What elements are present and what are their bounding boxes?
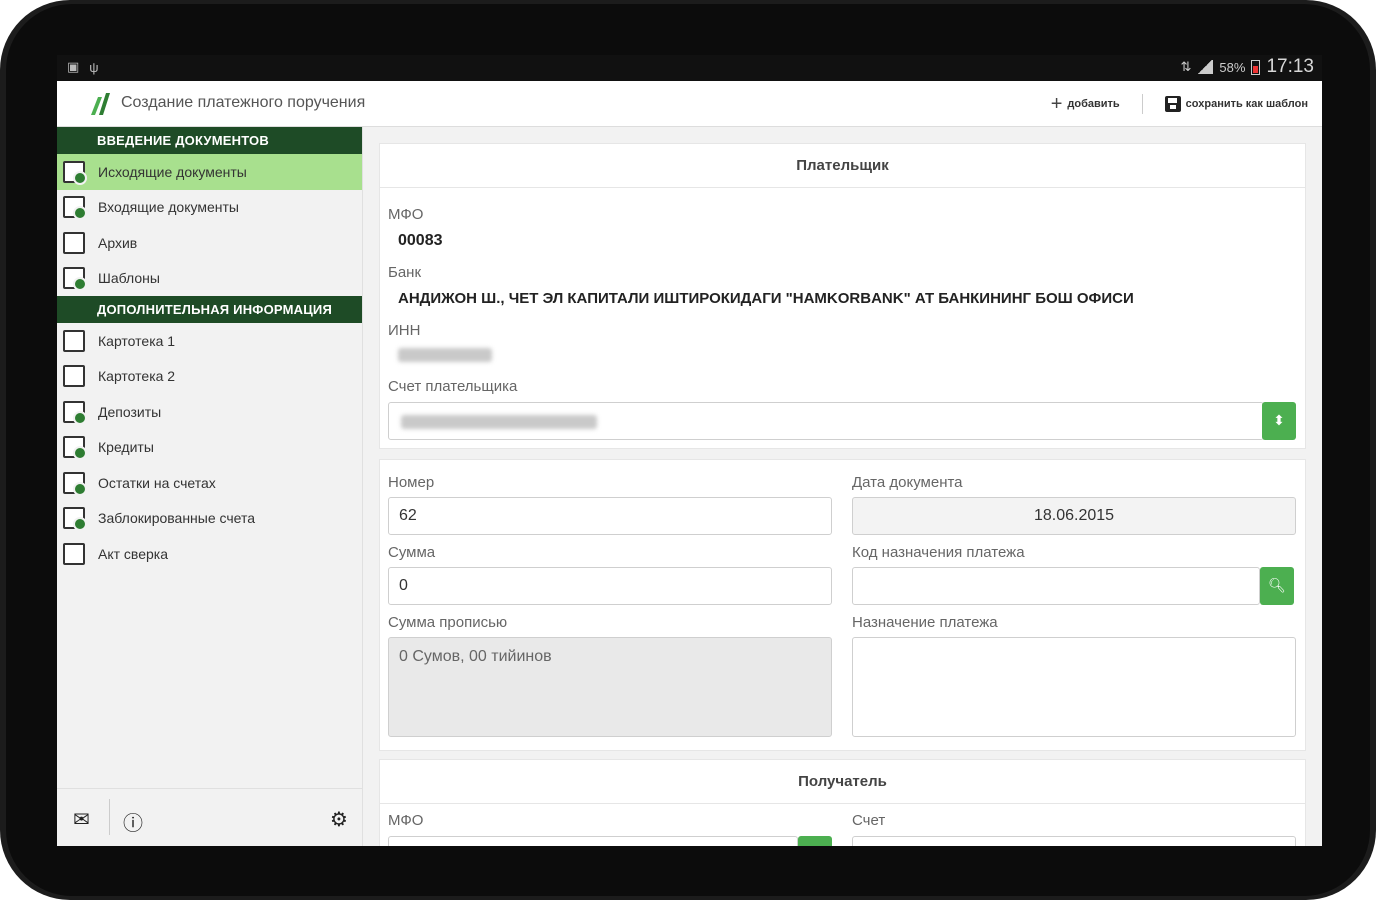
sidebar-item-balances[interactable]: Остатки на счетах — [57, 465, 362, 501]
payer-account-redacted — [401, 415, 597, 429]
sidebar-footer: ✉ ⓘ ⚙ — [57, 788, 362, 846]
info-icon[interactable]: ⓘ — [123, 807, 143, 836]
usb-icon: ψ — [89, 59, 99, 75]
sidebar-item-reconciliation[interactable]: Акт сверка — [57, 536, 362, 572]
archive-icon — [63, 231, 85, 254]
data-icon: ⇅ — [1180, 59, 1192, 74]
purpose-code-search-button[interactable]: 🔍︎ — [1260, 567, 1294, 605]
recipient-mfo-input[interactable] — [388, 836, 798, 846]
plus-icon: + — [1050, 93, 1063, 115]
gear-icon[interactable]: ⚙ — [330, 807, 348, 832]
screen: ▣ ψ ⇅ 58% 17:13 Создание платежного пору… — [57, 55, 1322, 846]
sidebar-item-card-file-1[interactable]: Картотека 1 — [57, 323, 362, 359]
credits-icon — [63, 436, 87, 461]
sum-label: Сумма — [388, 544, 436, 561]
sidebar-item-label: Шаблоны — [98, 270, 160, 287]
recipient-title: Получатель — [380, 760, 1305, 804]
number-input[interactable]: 62 — [388, 497, 832, 535]
sidebar-item-label: Картотека 1 — [98, 332, 176, 349]
sidebar-item-credits[interactable]: Кредиты — [57, 430, 362, 466]
sidebar-item-label: Исходящие документы — [98, 163, 247, 180]
sidebar-item-label: Депозиты — [98, 403, 162, 420]
sum-input[interactable]: 0 — [388, 567, 832, 605]
purpose-label: Назначение платежа — [852, 614, 998, 631]
number-label: Номер — [388, 474, 435, 491]
sidebar-item-card-file-2[interactable]: Картотека 2 — [57, 359, 362, 395]
payer-bank-label: Банк — [388, 264, 422, 281]
sidebar-section-additional: ДОПОЛНИТЕЛЬНАЯ ИНФОРМАЦИЯ — [57, 296, 362, 323]
blocked-accounts-icon — [63, 507, 87, 532]
sidebar-item-label: Акт сверка — [98, 545, 168, 562]
deposits-icon — [63, 400, 87, 425]
sidebar-item-label: Кредиты — [98, 439, 154, 456]
divider — [1141, 94, 1143, 114]
sidebar-item-incoming[interactable]: Входящие документы — [57, 190, 362, 226]
mail-icon[interactable]: ✉ — [73, 807, 90, 832]
sidebar-item-outgoing[interactable]: Исходящие документы — [57, 154, 362, 190]
purpose-code-label: Код назначения платежа — [852, 544, 1025, 561]
sidebar-item-label: Остатки на счетах — [98, 474, 216, 491]
payer-bank-value: АНДИЖОН Ш., ЧЕТ ЭЛ КАПИТАЛИ ИШТИРОКИДАГИ… — [398, 290, 1134, 307]
save-icon — [1164, 96, 1181, 112]
sidebar-item-deposits[interactable]: Депозиты — [57, 394, 362, 430]
payer-inn-redacted — [398, 348, 492, 362]
sum-words-field: 0 Сумов, 00 тийинов — [388, 637, 832, 737]
battery-icon — [1251, 59, 1261, 75]
battery-percent: 58% — [1219, 59, 1246, 75]
outgoing-docs-icon — [63, 160, 87, 185]
clock: 17:13 — [1266, 56, 1314, 77]
balances-icon — [63, 471, 87, 496]
purpose-textarea[interactable] — [852, 637, 1296, 737]
sum-words-label: Сумма прописью — [388, 614, 508, 631]
divider — [109, 799, 110, 835]
app-bar: Создание платежного поручения + добавить… — [57, 81, 1322, 127]
save-template-button[interactable]: сохранить как шаблон — [1164, 96, 1308, 112]
add-button[interactable]: + добавить — [1050, 93, 1120, 115]
payer-mfo-value: 00083 — [398, 232, 443, 249]
card-file-icon — [63, 329, 85, 352]
main-content: Плательщик МФО 00083 Банк АНДИЖОН Ш., ЧЕ… — [363, 127, 1322, 846]
purpose-code-input[interactable] — [852, 567, 1260, 605]
incoming-docs-icon — [63, 196, 87, 221]
save-template-label: сохранить как шаблон — [1185, 98, 1308, 110]
payer-account-label: Счет плательщика — [388, 378, 518, 395]
signal-icon — [1197, 60, 1214, 74]
up-down-icon: ⬍ — [1273, 412, 1285, 428]
sidebar-item-templates[interactable]: Шаблоны — [57, 261, 362, 297]
recipient-account-label: Счет — [852, 812, 886, 829]
app-logo-icon — [91, 93, 110, 115]
sidebar-item-label: Входящие документы — [98, 199, 239, 216]
date-input[interactable]: 18.06.2015 — [852, 497, 1296, 535]
status-bar: ▣ ψ ⇅ 58% 17:13 — [57, 55, 1322, 81]
sidebar: ВВЕДЕНИЕ ДОКУМЕНТОВ Исходящие документы … — [57, 127, 363, 846]
page-title: Создание платежного поручения — [121, 94, 366, 111]
date-label: Дата документа — [852, 474, 963, 491]
recipient-card: Получатель МФО Счет — [379, 759, 1306, 846]
payer-account-dropdown-button[interactable]: ⬍ — [1262, 402, 1296, 440]
recipient-mfo-label: МФО — [388, 812, 424, 829]
sidebar-section-documents: ВВЕДЕНИЕ ДОКУМЕНТОВ — [57, 127, 362, 154]
sidebar-item-label: Архив — [98, 234, 138, 251]
scales-icon — [63, 542, 85, 565]
search-icon: 🔍︎ — [1268, 577, 1286, 593]
recipient-mfo-button[interactable] — [798, 836, 832, 846]
payer-inn-label: ИНН — [388, 322, 421, 339]
payer-card: Плательщик МФО 00083 Банк АНДИЖОН Ш., ЧЕ… — [379, 143, 1306, 449]
sidebar-item-blocked-accounts[interactable]: Заблокированные счета — [57, 501, 362, 537]
payer-mfo-label: МФО — [388, 206, 424, 223]
sidebar-item-label: Картотека 2 — [98, 368, 176, 385]
card-file-icon — [63, 365, 85, 388]
screenshot-icon: ▣ — [67, 59, 80, 74]
sidebar-item-archive[interactable]: Архив — [57, 225, 362, 261]
add-label: добавить — [1067, 98, 1120, 110]
payer-account-select[interactable] — [388, 402, 1264, 440]
sidebar-item-label: Заблокированные счета — [98, 510, 256, 527]
templates-icon — [63, 267, 87, 292]
document-card: Номер 62 Дата документа 18.06.2015 Сумма… — [379, 459, 1306, 751]
payer-title: Плательщик — [380, 144, 1305, 188]
recipient-account-input[interactable] — [852, 836, 1296, 846]
tablet-frame: ▣ ψ ⇅ 58% 17:13 Создание платежного пору… — [0, 0, 1376, 900]
